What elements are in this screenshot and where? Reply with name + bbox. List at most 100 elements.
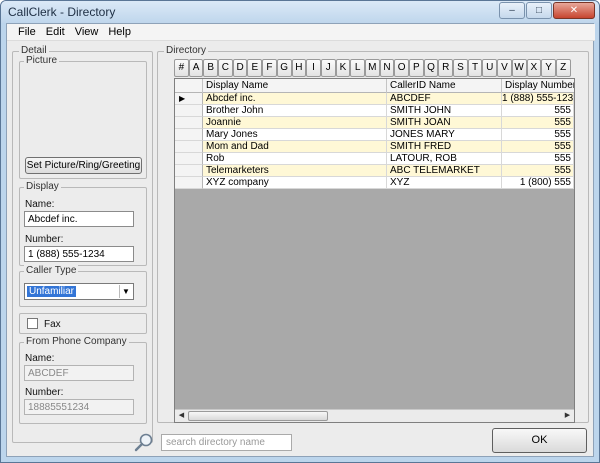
table-row[interactable]: ▶ Abcdef inc. ABCDEF 1 (888) 555-1234: [175, 93, 574, 105]
window-title: CallClerk - Directory: [8, 5, 116, 19]
letter-button[interactable]: J: [320, 59, 336, 77]
letter-button[interactable]: G: [276, 59, 292, 77]
letter-button[interactable]: #: [174, 59, 189, 77]
cell-display-number: 555: [502, 141, 574, 153]
table-row[interactable]: Mom and Dad SMITH FRED 555: [175, 141, 574, 153]
letter-button[interactable]: P: [409, 59, 424, 77]
letter-button[interactable]: C: [218, 59, 233, 77]
cell-callerid-name: XYZ: [387, 177, 502, 189]
letter-button[interactable]: R: [438, 59, 454, 77]
column-header-display-name[interactable]: Display Name: [203, 79, 387, 93]
letter-button[interactable]: A: [188, 59, 204, 77]
letter-button[interactable]: K: [335, 59, 351, 77]
phone-company-label: From Phone Company: [24, 336, 129, 347]
menu-file[interactable]: File: [13, 26, 41, 38]
grid-header: Display Name CallerID Name Display Numbe…: [175, 79, 574, 93]
search-input[interactable]: search directory name: [161, 434, 292, 451]
letter-button[interactable]: F: [262, 59, 277, 77]
letter-button[interactable]: D: [232, 59, 248, 77]
menu-view[interactable]: View: [70, 26, 104, 38]
cell-display-number: 1 (888) 555-1234: [502, 93, 574, 105]
client-area: File Edit View Help Detail Picture Set P…: [6, 23, 595, 457]
current-row-arrow-icon: ▶: [179, 94, 186, 103]
minimize-button[interactable]: –: [499, 2, 525, 19]
letter-button[interactable]: Z: [555, 59, 571, 77]
letter-button[interactable]: O: [394, 59, 409, 77]
table-row[interactable]: Rob LATOUR, ROB 555: [175, 153, 574, 165]
cell-display-number: 555: [502, 129, 574, 141]
picture-group: Picture Set Picture/Ring/Greeting: [19, 55, 147, 179]
caller-type-label: Caller Type: [24, 265, 79, 276]
cell-callerid-name: SMITH JOHN: [387, 105, 502, 117]
cell-display-name: Mary Jones: [203, 129, 387, 141]
caller-type-value: Unfamiliar: [27, 286, 77, 297]
pc-number-label: Number:: [25, 387, 64, 398]
column-header-callerid-name[interactable]: CallerID Name: [387, 79, 502, 93]
fax-label: Fax: [44, 319, 61, 330]
letter-button[interactable]: B: [203, 59, 219, 77]
letter-button[interactable]: E: [247, 59, 263, 77]
cell-display-name: Mom and Dad: [203, 141, 387, 153]
phone-company-group: From Phone Company Name: ABCDEF Number: …: [19, 336, 147, 424]
table-row[interactable]: Joannie SMITH JOAN 555: [175, 117, 574, 129]
cell-callerid-name: SMITH JOAN: [387, 117, 502, 129]
cell-callerid-name: ABC TELEMARKET: [387, 165, 502, 177]
close-button[interactable]: ✕: [553, 2, 595, 19]
maximize-button[interactable]: □: [526, 2, 552, 19]
window-controls: – □ ✕: [498, 2, 595, 20]
letter-button[interactable]: V: [497, 59, 512, 77]
menu-bar: File Edit View Help: [7, 24, 595, 41]
cell-callerid-name: SMITH FRED: [387, 141, 502, 153]
letter-button[interactable]: W: [511, 59, 527, 77]
scrollbar-thumb[interactable]: [188, 411, 328, 421]
table-row[interactable]: XYZ company XYZ 1 (800) 555: [175, 177, 574, 189]
display-name-input[interactable]: Abcdef inc.: [24, 211, 134, 227]
scroll-left-icon[interactable]: ◀: [175, 410, 188, 422]
picture-group-label: Picture: [24, 55, 60, 66]
letter-button[interactable]: L: [350, 59, 365, 77]
directory-grid[interactable]: Display Name CallerID Name Display Numbe…: [174, 78, 575, 423]
fax-checkbox[interactable]: [27, 318, 38, 329]
caller-type-group: Caller Type Unfamiliar ▼: [19, 265, 147, 307]
fax-group: Fax: [19, 313, 147, 334]
letter-button[interactable]: Y: [541, 59, 556, 77]
caller-type-select[interactable]: Unfamiliar ▼: [24, 283, 134, 300]
table-row[interactable]: Mary Jones JONES MARY 555: [175, 129, 574, 141]
letter-button[interactable]: M: [364, 59, 380, 77]
ok-button[interactable]: OK: [492, 428, 587, 453]
display-name-label: Name:: [25, 199, 55, 210]
display-number-label: Number:: [25, 234, 64, 245]
letter-button[interactable]: I: [306, 59, 321, 77]
table-row[interactable]: Brother John SMITH JOHN 555: [175, 105, 574, 117]
set-picture-ring-greeting-button[interactable]: Set Picture/Ring/Greeting: [25, 157, 142, 174]
letter-button[interactable]: X: [526, 59, 542, 77]
row-header: ▶: [175, 93, 203, 105]
scroll-right-icon[interactable]: ▶: [561, 410, 574, 422]
letter-filter-bar: # A B C D E F G H I J K L M N O P Q R S …: [174, 59, 571, 77]
letter-button[interactable]: U: [482, 59, 498, 77]
letter-button[interactable]: N: [379, 59, 395, 77]
cell-display-name: Telemarketers: [203, 165, 387, 177]
table-row[interactable]: Telemarketers ABC TELEMARKET 555: [175, 165, 574, 177]
pc-name-field: ABCDEF: [24, 365, 134, 381]
column-header-display-number[interactable]: Display Number: [502, 79, 574, 93]
letter-button[interactable]: S: [453, 59, 468, 77]
pc-name-label: Name:: [25, 353, 55, 364]
detail-group: Detail Picture Set Picture/Ring/Greeting…: [12, 45, 153, 443]
row-header: [175, 153, 203, 165]
title-bar[interactable]: CallClerk - Directory – □ ✕: [1, 1, 599, 23]
display-number-input[interactable]: 1 (888) 555-1234: [24, 246, 134, 262]
row-header: [175, 129, 203, 141]
letter-button[interactable]: Q: [423, 59, 439, 77]
cell-display-number: 1 (800) 555: [502, 177, 574, 189]
letter-button[interactable]: H: [291, 59, 307, 77]
search-icon: [134, 433, 153, 452]
chevron-down-icon: ▼: [119, 285, 132, 298]
cell-callerid-name: ABCDEF: [387, 93, 502, 105]
menu-edit[interactable]: Edit: [41, 26, 70, 38]
cell-display-name: Brother John: [203, 105, 387, 117]
horizontal-scrollbar[interactable]: ◀ ▶: [175, 409, 574, 422]
cell-display-number: 555: [502, 117, 574, 129]
menu-help[interactable]: Help: [103, 26, 136, 38]
letter-button[interactable]: T: [467, 59, 483, 77]
